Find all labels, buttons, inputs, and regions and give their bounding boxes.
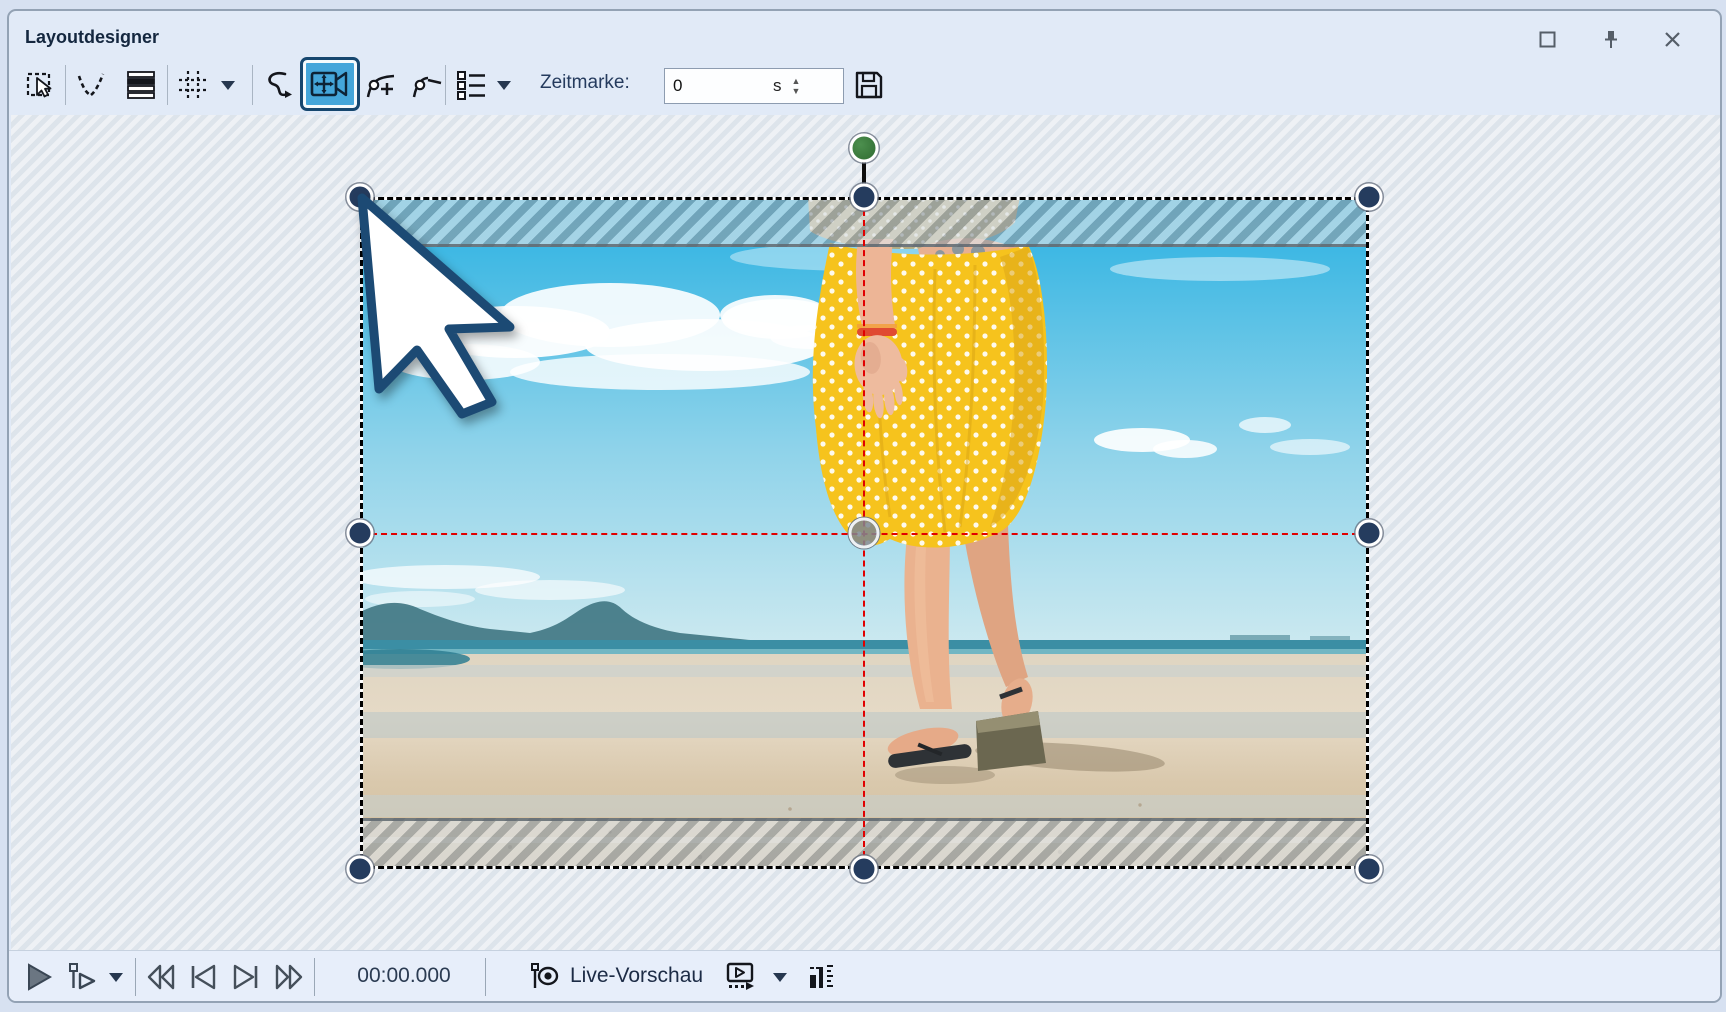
preview-dropdown[interactable] xyxy=(767,959,793,995)
motion-path-button[interactable] xyxy=(259,63,299,107)
skip-to-end-icon xyxy=(233,964,258,990)
mouse-cursor-icon xyxy=(357,193,515,419)
save-icon xyxy=(855,71,883,99)
layout-canvas[interactable] xyxy=(11,115,1720,950)
camera-pan-button[interactable] xyxy=(300,57,360,111)
title-bar: Layoutdesigner xyxy=(9,11,1720,57)
add-keypoint-button[interactable] xyxy=(361,63,401,107)
preview-monitor-icon xyxy=(726,962,754,990)
close-icon xyxy=(1664,31,1680,47)
object-list-button[interactable] xyxy=(451,63,491,107)
chevron-down-icon xyxy=(109,972,123,982)
toolbar-separator xyxy=(167,65,168,105)
select-tool-button[interactable] xyxy=(21,63,61,107)
smooth-path-icon xyxy=(77,73,105,97)
toolbar-separator xyxy=(445,65,446,105)
grid-icon xyxy=(179,71,207,99)
layers-icon xyxy=(127,71,155,99)
chevron-down-icon xyxy=(773,972,787,982)
live-preview-label: Live-Vorschau xyxy=(570,964,704,987)
play-from-marker-button[interactable] xyxy=(65,959,101,995)
remove-keypoint-icon xyxy=(412,76,442,98)
bottombar-separator xyxy=(314,958,315,996)
layers-button[interactable] xyxy=(121,63,161,107)
toolbar-separator xyxy=(65,65,66,105)
window-title: Layoutdesigner xyxy=(25,27,160,47)
statistics-icon xyxy=(810,965,833,988)
skip-to-start-icon xyxy=(191,964,216,990)
layout-designer-app: Layoutdesigner Zeitmarke: 0 s ▲ ▼ 00:00.… xyxy=(0,0,1726,1012)
live-preview-button[interactable] xyxy=(527,959,563,995)
play-icon xyxy=(28,963,53,991)
spinner-down-icon[interactable]: ▼ xyxy=(792,87,801,96)
chevron-down-icon xyxy=(497,80,511,90)
toolbar-separator xyxy=(252,65,253,105)
rotate-handle[interactable] xyxy=(849,133,879,163)
rewind-button[interactable] xyxy=(143,959,179,995)
handle-bottom-right[interactable] xyxy=(1355,855,1383,883)
zeitmarke-spinner: ▲ ▼ xyxy=(792,77,801,96)
close-button[interactable] xyxy=(1659,28,1685,50)
play-from-marker-icon xyxy=(69,963,96,990)
maximize-button[interactable] xyxy=(1534,28,1560,50)
handle-middle-left[interactable] xyxy=(346,519,374,547)
handle-top-right[interactable] xyxy=(1355,183,1383,211)
skip-to-end-button[interactable] xyxy=(228,959,264,995)
live-preview-icon xyxy=(531,963,559,988)
statistics-button[interactable] xyxy=(805,959,841,995)
bottombar-separator xyxy=(135,958,136,996)
layout-designer-window: Layoutdesigner Zeitmarke: 0 s ▲ ▼ 00:00.… xyxy=(7,9,1722,1003)
preview-monitor-button[interactable] xyxy=(723,959,759,995)
handle-middle-right[interactable] xyxy=(1355,519,1383,547)
handle-top-center[interactable] xyxy=(850,183,878,211)
fast-forward-icon xyxy=(275,964,303,990)
fast-forward-button[interactable] xyxy=(271,959,307,995)
select-tool-icon xyxy=(26,72,52,98)
toolbar: Zeitmarke: s ▲ ▼ xyxy=(9,57,1720,115)
playback-bar: 00:00.000 Live-Vorschau xyxy=(9,950,1720,1001)
pin-icon xyxy=(1605,30,1617,48)
save-button[interactable] xyxy=(849,63,889,107)
rewind-icon xyxy=(147,964,175,990)
camera-pan-icon xyxy=(310,71,348,97)
spinner-up-icon[interactable]: ▲ xyxy=(792,77,801,86)
zeitmarke-field: s ▲ ▼ xyxy=(664,68,844,104)
handle-bottom-center[interactable] xyxy=(850,855,878,883)
zeitmarke-input[interactable] xyxy=(673,76,773,96)
object-list-dropdown[interactable] xyxy=(491,63,517,107)
pin-button[interactable] xyxy=(1599,28,1625,50)
handle-bottom-left[interactable] xyxy=(346,855,374,883)
zeitmarke-label: Zeitmarke: xyxy=(540,72,630,93)
bottombar-separator xyxy=(485,958,486,996)
time-display: 00:00.000 xyxy=(357,964,451,987)
handle-center[interactable] xyxy=(848,517,880,549)
chevron-down-icon xyxy=(221,80,235,90)
remove-keypoint-button[interactable] xyxy=(407,63,447,107)
skip-to-start-button[interactable] xyxy=(185,959,221,995)
maximize-icon xyxy=(1539,31,1555,47)
grid-button[interactable] xyxy=(173,63,213,107)
play-button[interactable] xyxy=(21,959,57,995)
play-options-dropdown[interactable] xyxy=(103,959,129,995)
object-list-icon xyxy=(457,71,485,100)
zeitmarke-unit: s xyxy=(773,76,782,95)
grid-dropdown[interactable] xyxy=(215,63,241,107)
smooth-path-button[interactable] xyxy=(71,63,111,107)
add-keypoint-icon xyxy=(366,74,395,98)
motion-path-icon xyxy=(268,71,292,98)
